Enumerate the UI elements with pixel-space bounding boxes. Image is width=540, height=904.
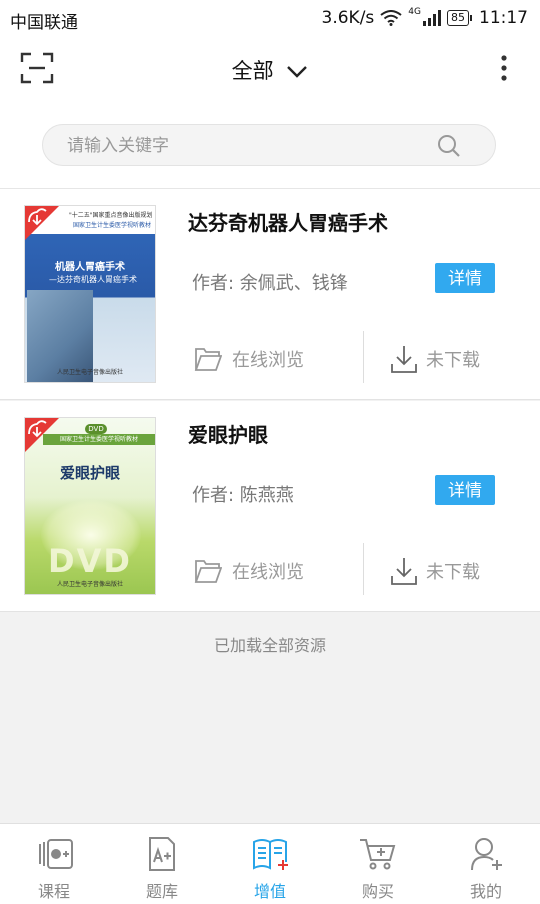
tab-mine-label: 我的 [469,882,502,901]
book-author: 作者: 余佩武、钱锋 [192,273,348,294]
cover-publisher: 人民卫生电子音像出版社 [56,369,123,376]
tab-course[interactable]: 课程 [0,824,108,904]
category-dropdown[interactable]: 全部 [0,55,540,85]
status-bar: 中国联通 3.6K/s 4G 85 11:17 [0,0,540,36]
cart-icon [360,839,396,870]
detail-button[interactable]: 详情 [435,475,495,505]
tab-value-added-label: 增值 [253,882,286,901]
cover-title-2: —达芬奇机器人胃癌手术 [49,275,137,284]
cover-title: 爱眼护眼 [59,464,120,482]
download-icon [391,346,417,373]
download-status: 未下载 [426,562,480,583]
cover-dvd-text: DVD [48,542,132,580]
book-title[interactable]: 爱眼护眼 [188,419,268,448]
download-button[interactable]: 未下载 [390,339,480,379]
divider [363,543,364,595]
all-loaded-text: 已加载全部资源 [213,636,326,655]
online-browse-label: 在线浏览 [232,350,304,371]
search-bar-container [0,104,540,189]
status-right: 3.6K/s 4G 85 11:17 [321,7,528,28]
tab-value-added[interactable]: 增值 [216,824,324,904]
list-item: "十二五"国家重点音像出版规划 国家卫生计生委医学视听教材 机器人胃癌手术 —达… [0,189,540,400]
book-cover[interactable]: DVD 国家卫生计生委医学视听教材 爱眼护眼 DVD 人民卫生电子音像出版社 [24,417,156,595]
clock: 11:17 [479,8,528,28]
folder-icon [194,560,222,583]
signal-icon [423,10,441,26]
download-badge-icon [25,418,59,452]
more-vertical-icon[interactable] [500,54,508,82]
list-item: DVD 国家卫生计生委医学视听教材 爱眼护眼 DVD 人民卫生电子音像出版社 爱… [0,401,540,612]
page-title: 全部 [231,59,274,83]
profile-icon [471,838,502,871]
online-browse-label: 在线浏览 [232,562,304,583]
cover-title: 机器人胃癌手术 [55,262,125,273]
folder-icon [194,348,222,371]
course-icon [39,839,73,869]
search-input[interactable] [65,133,429,159]
cover-band: 国家卫生计生委医学视听教材 [43,434,155,445]
tab-course-label: 课程 [37,882,70,901]
top-header: 全部 [0,36,540,104]
tab-question-bank-label: 题库 [145,882,178,901]
book-author: 作者: 陈燕燕 [192,485,294,506]
download-icon [391,558,417,585]
tab-mine[interactable]: 我的 [432,824,540,904]
download-badge-icon [25,206,59,240]
online-browse-button[interactable]: 在线浏览 [194,339,304,379]
wifi-icon [380,10,402,26]
tab-buy[interactable]: 购买 [324,824,432,904]
download-button[interactable]: 未下载 [390,551,480,591]
bottom-nav: 课程 题库 增值 购买 我的 [0,823,540,904]
chevron-down-icon [287,66,308,78]
cover-dvd-badge: DVD [85,424,107,434]
detail-button[interactable]: 详情 [435,263,495,293]
cover-series: "十二五"国家重点音像出版规划 [69,212,153,219]
book-title[interactable]: 达芬奇机器人胃癌手术 [188,207,388,236]
value-added-book-icon [253,839,288,870]
tab-question-bank[interactable]: 题库 [108,824,216,904]
network-speed: 3.6K/s [321,8,375,28]
tab-buy-label: 购买 [361,882,394,901]
divider [363,331,364,383]
search-box[interactable] [42,124,496,166]
network-type: 4G [408,7,421,17]
search-icon[interactable] [437,134,461,158]
cover-subtitle: 国家卫生计生委医学视听教材 [73,222,152,229]
cover-publisher: 人民卫生电子音像出版社 [56,581,123,588]
carrier-name: 中国联通 [10,13,78,33]
book-cover[interactable]: "十二五"国家重点音像出版规划 国家卫生计生委医学视听教材 机器人胃癌手术 —达… [24,205,156,383]
question-bank-icon [149,837,175,871]
download-status: 未下载 [426,350,480,371]
battery-indicator: 85 [447,10,472,26]
online-browse-button[interactable]: 在线浏览 [194,551,304,591]
